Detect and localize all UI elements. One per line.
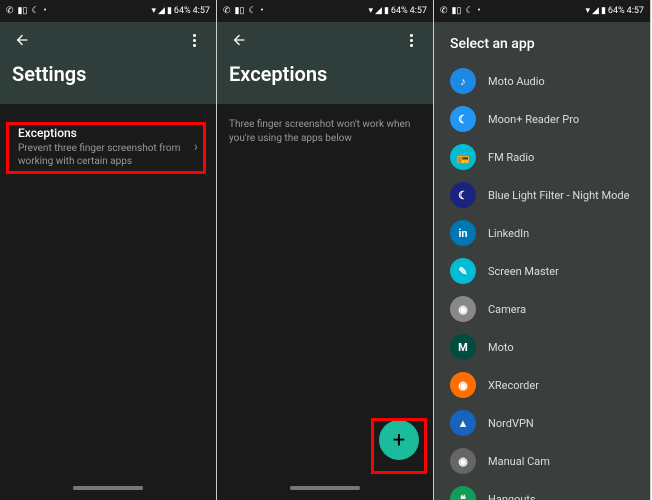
more-notif-icon: • (478, 6, 481, 16)
app-name-label: Blue Light Filter - Night Mode (488, 189, 629, 202)
app-row[interactable]: ◉ Manual Cam (434, 442, 650, 480)
app-icon: ❝ (450, 486, 476, 500)
clock: 4:57 (627, 6, 644, 16)
highlight-annotation (371, 418, 427, 474)
battery-icon: ▮ (601, 6, 606, 16)
app-row[interactable]: in LinkedIn (434, 214, 650, 252)
screen-exceptions: ✆ ▮▯ ☾ • ▾ ◢ ▮ 64% 4:57 Exceptions Three… (217, 0, 434, 500)
whatsapp-icon: ✆ (223, 6, 231, 16)
app-row[interactable]: ☾ Moon+ Reader Pro (434, 100, 650, 138)
wifi-icon: ▾ (586, 6, 591, 16)
page-title: Settings (0, 58, 216, 104)
app-row[interactable]: M Moto (434, 328, 650, 366)
app-row[interactable]: 📻 FM Radio (434, 138, 650, 176)
app-icon: 📻 (450, 144, 476, 170)
app-icon: M (450, 334, 476, 360)
description-text: Three finger screenshot won't work when … (217, 104, 433, 160)
app-name-label: Manual Cam (488, 455, 550, 468)
status-bar: ✆ ▮▯ ☾ • ▾ ◢ ▮ 64% 4:57 (0, 0, 216, 22)
network-icon: ◢ (158, 6, 165, 16)
battery-icon: ▮ (167, 6, 172, 16)
app-row[interactable]: ✎ Screen Master (434, 252, 650, 290)
page-title: Exceptions (217, 58, 433, 104)
sheet-title: Select an app (434, 32, 650, 62)
app-icon: in (450, 220, 476, 246)
battery-icon: ▮ (384, 6, 389, 16)
more-notif-icon: • (261, 6, 264, 16)
screen-app-picker: ✆ ▮▯ ☾ • ▾ ◢ ▮ 64% 4:57 Select an app ♪ M… (434, 0, 651, 500)
highlight-annotation (6, 122, 206, 174)
status-bar: ✆ ▮▯ ☾ • ▾ ◢ ▮ 64% 4:57 (217, 0, 433, 22)
app-icon: ◉ (450, 448, 476, 474)
nav-bar[interactable] (0, 476, 216, 500)
topbar (217, 22, 433, 58)
whatsapp-icon: ✆ (6, 6, 14, 16)
battery-pct: 64% (174, 6, 191, 16)
app-icon: ◉ (450, 296, 476, 322)
app-name-label: Hangouts (488, 493, 536, 500)
app-icon: ✎ (450, 258, 476, 284)
app-name-label: LinkedIn (488, 227, 529, 240)
topbar (0, 22, 216, 58)
app-name-label: Screen Master (488, 265, 559, 278)
network-icon: ◢ (592, 6, 599, 16)
screen-settings: ✆ ▮▯ ☾ • ▾ ◢ ▮ 64% 4:57 Settings Excepti… (0, 0, 217, 500)
do-not-disturb-icon: ☾ (31, 6, 39, 16)
app-name-label: NordVPN (488, 417, 534, 430)
app-name-label: Moon+ Reader Pro (488, 113, 579, 126)
app-icon: ◉ (450, 372, 476, 398)
app-row[interactable]: ◉ XRecorder (434, 366, 650, 404)
app-icon: ▲ (450, 410, 476, 436)
more-button[interactable] (401, 30, 421, 50)
app-name-label: Moto (488, 341, 514, 354)
whatsapp-icon: ✆ (440, 6, 448, 16)
network-icon: ◢ (375, 6, 382, 16)
app-row[interactable]: ▲ NordVPN (434, 404, 650, 442)
app-icon: ♪ (450, 68, 476, 94)
app-icon: ☾ (450, 106, 476, 132)
signal-icon: ▮▯ (452, 6, 462, 16)
signal-icon: ▮▯ (235, 6, 245, 16)
app-icon: ☾ (450, 182, 476, 208)
battery-pct: 64% (608, 6, 625, 16)
wifi-icon: ▾ (369, 6, 374, 16)
status-bar: ✆ ▮▯ ☾ • ▾ ◢ ▮ 64% 4:57 (434, 0, 650, 22)
back-arrow-icon (231, 32, 247, 48)
app-picker-sheet: Select an app ♪ Moto Audio ☾ Moon+ Reader P… (434, 22, 650, 500)
app-row[interactable]: ❝ Hangouts (434, 480, 650, 500)
more-notif-icon: • (44, 6, 47, 16)
do-not-disturb-icon: ☾ (248, 6, 256, 16)
wifi-icon: ▾ (152, 6, 157, 16)
app-row[interactable]: ☾ Blue Light Filter - Night Mode (434, 176, 650, 214)
do-not-disturb-icon: ☾ (465, 6, 473, 16)
signal-icon: ▮▯ (18, 6, 28, 16)
app-list: ♪ Moto Audio ☾ Moon+ Reader Pro 📻 FM Radio ☾ Bl… (434, 62, 650, 500)
back-button[interactable] (12, 30, 32, 50)
app-name-label: Moto Audio (488, 75, 545, 88)
nav-bar[interactable] (217, 476, 433, 500)
app-row[interactable]: ◉ Camera (434, 290, 650, 328)
app-name-label: Camera (488, 303, 526, 316)
app-name-label: FM Radio (488, 151, 534, 164)
clock: 4:57 (410, 6, 427, 16)
battery-pct: 64% (391, 6, 408, 16)
back-button[interactable] (229, 30, 249, 50)
app-row[interactable]: ♪ Moto Audio (434, 62, 650, 100)
more-button[interactable] (184, 30, 204, 50)
clock: 4:57 (193, 6, 210, 16)
app-name-label: XRecorder (488, 379, 539, 392)
back-arrow-icon (14, 32, 30, 48)
